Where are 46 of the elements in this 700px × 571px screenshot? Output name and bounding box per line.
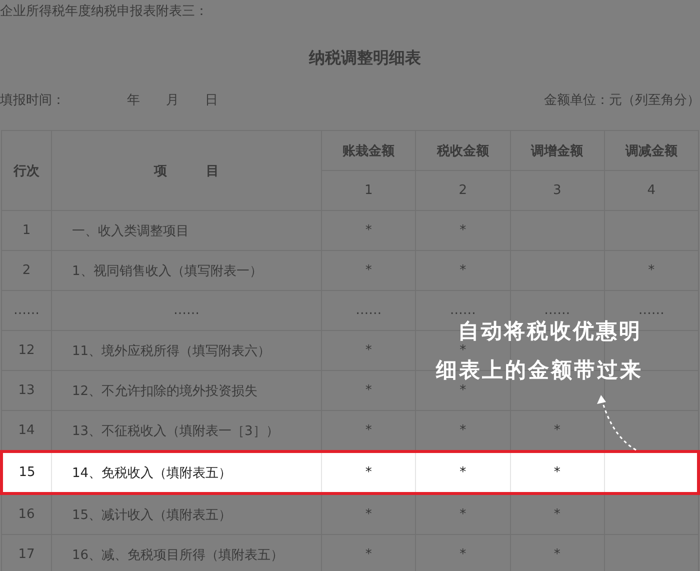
- table-cell: *: [322, 494, 416, 534]
- table-cell: *: [416, 494, 510, 534]
- date-unit: 年: [127, 92, 140, 109]
- table-cell: 一、收入类调整项目: [52, 210, 322, 250]
- table-cell: *: [416, 250, 510, 290]
- table-cell: ……: [2, 290, 52, 330]
- table-cell: 1: [2, 210, 52, 250]
- column-number: 1: [322, 170, 416, 210]
- column-header: 税收金额: [416, 130, 510, 170]
- table-cell: 2: [2, 250, 52, 290]
- form-caption: 企业所得税年度纳税申报表附表三：: [0, 3, 209, 21]
- column-header: 调减金额: [604, 130, 698, 170]
- table-cell: 12、不允许扣除的境外投资损失: [52, 370, 322, 410]
- fill-time-label: 填报时间：: [0, 92, 65, 109]
- table-cell: 13: [2, 370, 52, 410]
- table-cell: 17: [2, 534, 52, 571]
- table-cell: *: [416, 452, 510, 494]
- table-cell: 1、视同销售收入（填写附表一）: [52, 250, 322, 290]
- column-number: 3: [510, 170, 604, 210]
- table-cell: 12: [2, 330, 52, 370]
- table-cell: *: [416, 210, 510, 250]
- table-cell: ……: [322, 290, 416, 330]
- table-cell: *: [322, 452, 416, 494]
- table-cell: *: [322, 330, 416, 370]
- column-header: 行次: [2, 130, 52, 210]
- table-cell: *: [322, 210, 416, 250]
- table-cell: 16: [2, 494, 52, 534]
- table-cell: *: [322, 370, 416, 410]
- table-cell: ……: [52, 290, 322, 330]
- table-cell: *: [604, 250, 698, 290]
- column-number: 4: [604, 170, 698, 210]
- column-header: 账栽金额: [322, 130, 416, 170]
- table-cell: 15、减计收入（填附表五）: [52, 494, 322, 534]
- amount-unit: 金额单位：元（列至角分）: [544, 92, 700, 109]
- date-unit: 日: [205, 92, 218, 109]
- table-cell: *: [322, 250, 416, 290]
- table-cell: 11、境外应税所得（填写附表六）: [52, 330, 322, 370]
- table-cell: *: [510, 452, 604, 494]
- table-cell: 15: [2, 452, 52, 494]
- date-unit: 月: [166, 92, 179, 109]
- column-header: 调增金额: [510, 130, 604, 170]
- column-header: 项 目: [52, 130, 322, 210]
- table-title: 纳税调整明细表: [308, 47, 422, 69]
- table-cell: *: [510, 494, 604, 534]
- table-cell: 14、免税收入（填附表五）: [52, 452, 322, 494]
- column-number: 2: [416, 170, 510, 210]
